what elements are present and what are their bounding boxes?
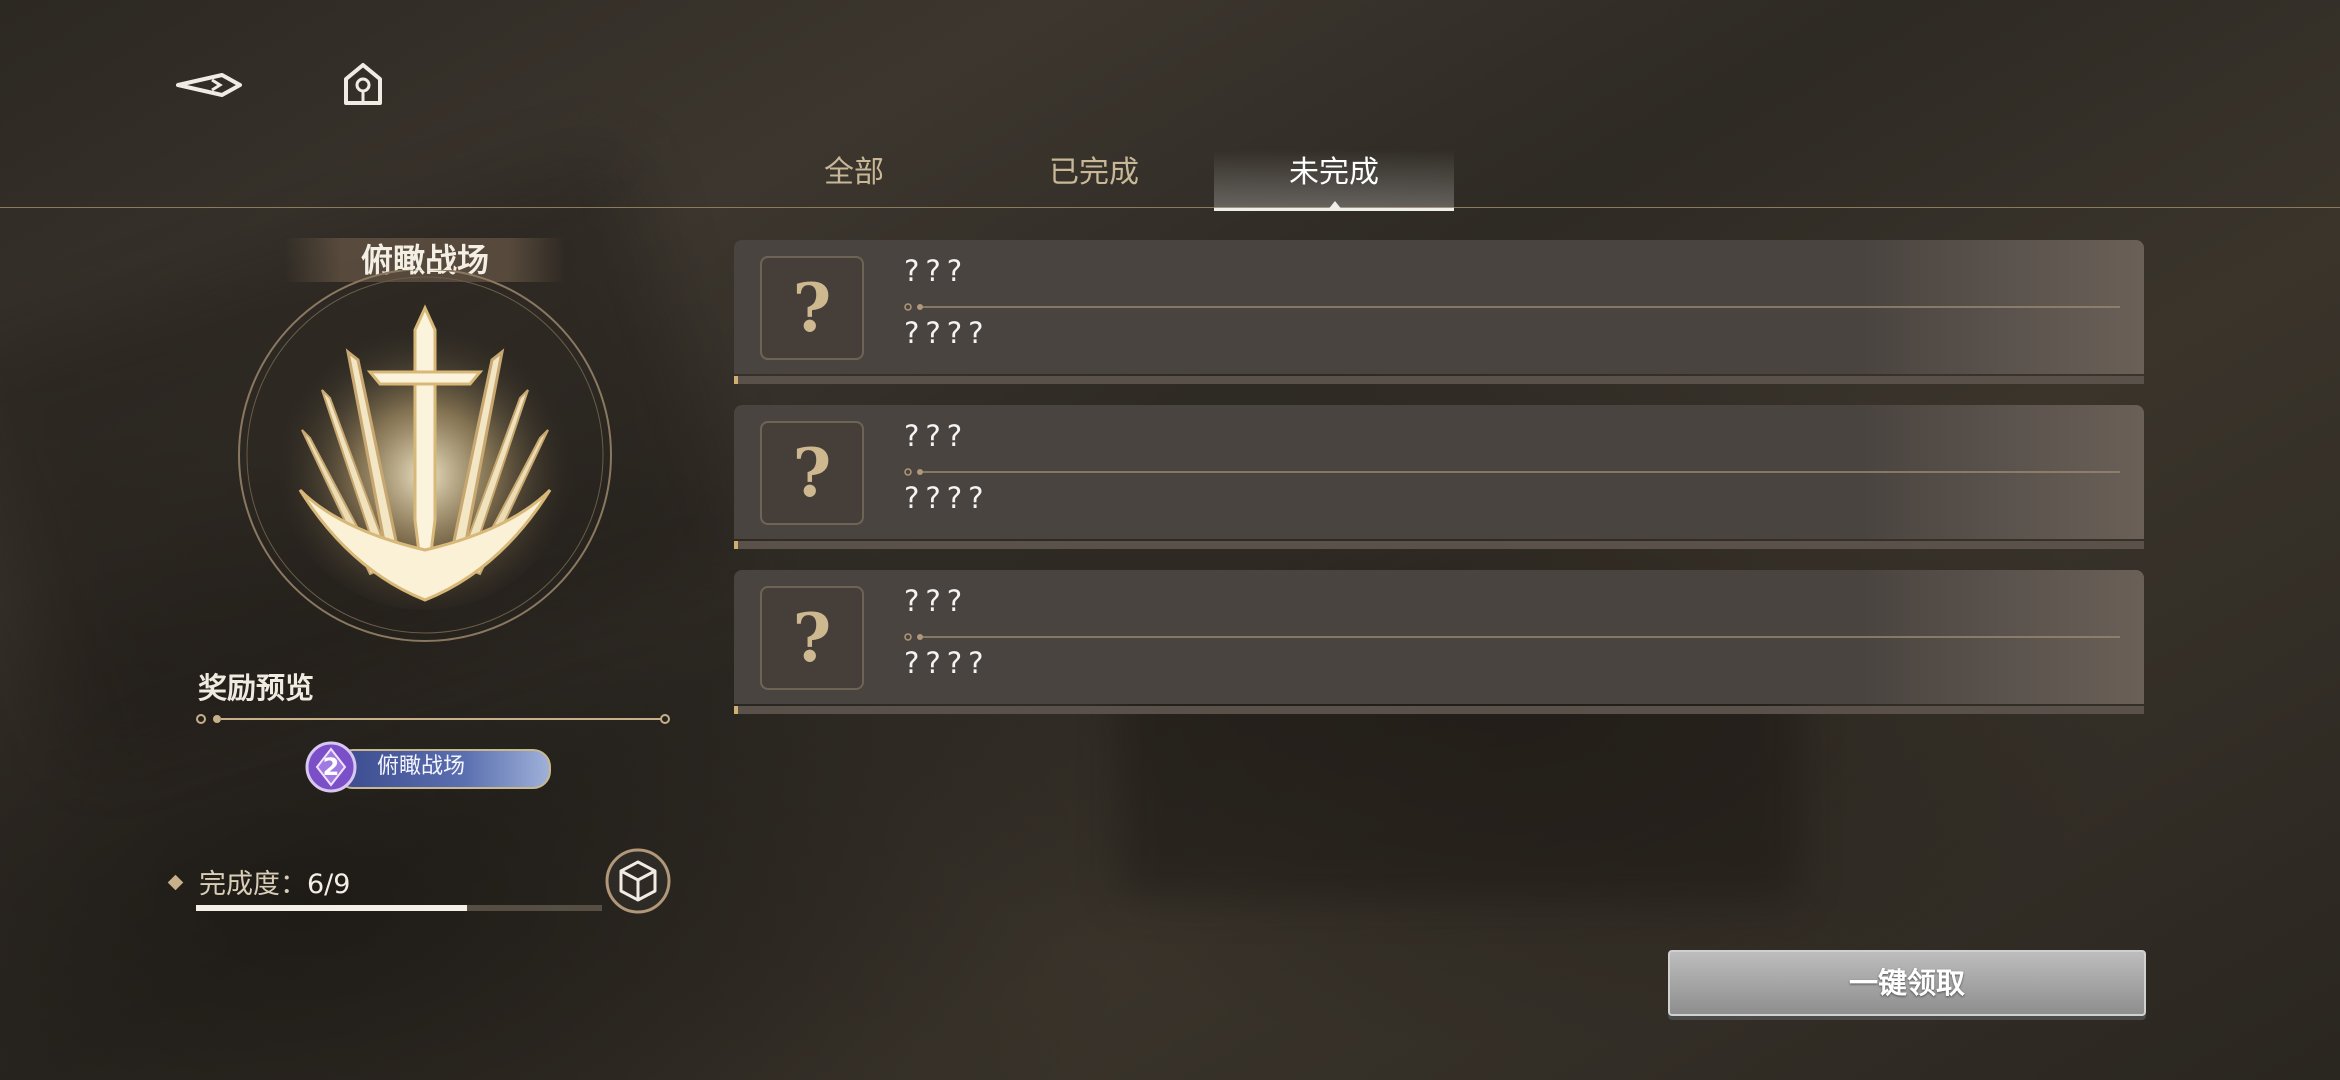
reward-divider (196, 714, 670, 724)
card-footer (734, 376, 2144, 384)
tab-bar: 全部 已完成 未完成 (0, 0, 2340, 211)
achievement-icon-frame: ? (760, 256, 864, 360)
tab-incomplete[interactable]: 未完成 (1214, 150, 1454, 211)
question-mark-icon: ? (792, 434, 832, 512)
achievement-card[interactable]: ? ??? ???? (734, 240, 2144, 374)
card-footer-marker (734, 376, 738, 384)
achievement-description: ???? (904, 316, 990, 350)
badge-count: 2 (322, 753, 340, 781)
achievement-description: ???? (904, 646, 990, 680)
completion-label: 完成度：6/9 (167, 862, 351, 901)
emblem (230, 268, 620, 650)
achievement-divider (904, 303, 2120, 311)
completion-value: 6/9 (307, 869, 351, 900)
achievement-card[interactable]: ? ??? ???? (734, 405, 2144, 539)
completion-progress-bar (196, 905, 602, 911)
tab-all[interactable]: 全部 (734, 150, 974, 208)
achievement-name: ??? (904, 419, 969, 453)
card-footer (734, 706, 2144, 714)
badge-label: 俯瞰战场 (377, 754, 466, 779)
completion-progress-fill (196, 905, 467, 911)
cube-icon (605, 848, 671, 914)
claim-all-button[interactable]: 一键领取 (1668, 950, 2146, 1016)
card-footer (734, 541, 2144, 549)
tab-completed[interactable]: 已完成 (974, 150, 1214, 208)
question-mark-icon: ? (792, 269, 832, 347)
active-tab-caret (1327, 201, 1343, 211)
card-footer-marker (734, 541, 738, 549)
achievement-card[interactable]: ? ??? ???? (734, 570, 2144, 704)
claim-all-label: 一键领取 (1848, 966, 1965, 1000)
reward-box-button[interactable] (605, 848, 671, 914)
reward-badge[interactable]: 2 俯瞰战场 (305, 741, 551, 793)
swords-emblem-icon (238, 268, 612, 642)
achievement-icon-frame: ? (760, 586, 864, 690)
card-footer-marker (734, 706, 738, 714)
achievement-divider (904, 468, 2120, 476)
question-mark-icon: ? (792, 599, 832, 677)
diamond-icon (167, 874, 184, 891)
reward-preview-title: 奖励预览 (198, 671, 315, 705)
achievement-name: ??? (904, 584, 969, 618)
achievement-name: ??? (904, 254, 969, 288)
achievement-icon-frame: ? (760, 421, 864, 525)
completion-text: 完成度： (199, 869, 307, 900)
achievement-divider (904, 633, 2120, 641)
achievement-description: ???? (904, 481, 990, 515)
